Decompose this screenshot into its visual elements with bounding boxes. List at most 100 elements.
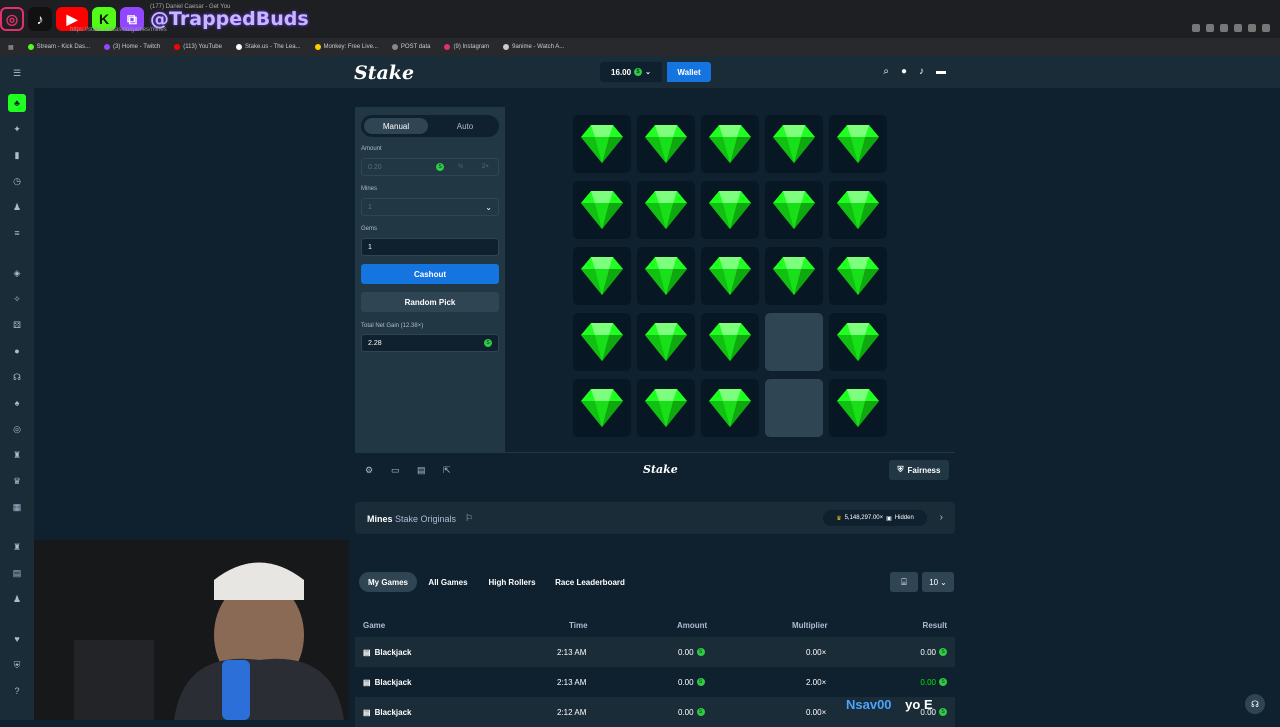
tab-race-leaderboard[interactable]: Race Leaderboard (549, 572, 631, 592)
menu-icon[interactable]: ☰ (10, 66, 24, 80)
bookmark-item[interactable]: (113) YouTube (174, 44, 222, 50)
tab-my-games[interactable]: My Games (359, 572, 417, 592)
extension-icon[interactable] (1206, 24, 1214, 32)
bookmark-item[interactable]: (3) Home - Twitch (104, 44, 160, 50)
bookmark-item[interactable]: Stream - Kick Das... (27, 44, 90, 50)
wallet-button[interactable]: Wallet (667, 62, 711, 82)
mines-tile-gem[interactable] (829, 313, 887, 371)
mines-tile-gem[interactable] (701, 313, 759, 371)
amount-input[interactable]: 0.20 S ½ 2× (361, 158, 499, 176)
mines-tile-gem[interactable] (765, 247, 823, 305)
rows-select[interactable]: 10 ⌄ (922, 572, 954, 592)
tab-all-games[interactable]: All Games (421, 572, 475, 592)
new-icon[interactable]: ✧ (10, 292, 24, 306)
live-icon[interactable]: ● (10, 344, 24, 358)
mines-tile-gem[interactable] (701, 247, 759, 305)
gem-icon (581, 257, 623, 295)
tab-manual[interactable]: Manual (364, 118, 428, 134)
mines-tile-gem[interactable] (829, 247, 887, 305)
slots-icon[interactable]: ⚄ (10, 318, 24, 332)
theatre-icon[interactable]: ▭ (391, 465, 400, 476)
bookmark-item[interactable]: (9) Instagram (444, 44, 489, 50)
mines-tile-gem[interactable] (637, 115, 695, 173)
mines-tile-gem[interactable] (637, 379, 695, 437)
recent-icon[interactable]: ◷ (10, 174, 24, 188)
user-icon[interactable]: ● (901, 66, 907, 77)
vip-icon[interactable]: ♜ (10, 540, 24, 554)
double-button[interactable]: 2× (482, 164, 489, 170)
table-row[interactable]: ▤ Blackjack 2:13 AM 0.00 S 2.00× 0.00 S (355, 667, 955, 697)
casino-icon[interactable]: ♣ (8, 94, 26, 112)
help-icon[interactable]: ? (10, 684, 24, 698)
profile-icon[interactable] (1262, 24, 1270, 32)
apps-icon[interactable]: ▦ (8, 44, 14, 51)
bookmark-icon[interactable]: ⚐ (465, 513, 473, 524)
mines-tile-gem[interactable] (573, 313, 631, 371)
trophy-icon[interactable]: ♛ (10, 474, 24, 488)
table-header: Game Time Amount Multiplier Result (355, 610, 955, 640)
extension-icon[interactable] (1234, 24, 1242, 32)
mines-tile-gem[interactable] (573, 247, 631, 305)
table-row[interactable]: ▤ Blackjack 2:13 AM 0.00 S 0.00× 0.00 S (355, 637, 955, 667)
providers-icon[interactable]: ▦ (10, 500, 24, 514)
random-pick-button[interactable]: Random Pick (361, 292, 499, 312)
balance-selector[interactable]: 16.00 S ⌄ (600, 62, 662, 82)
stake-logo[interactable]: Stake (354, 62, 414, 84)
shield-icon[interactable]: ⛨ (10, 658, 24, 672)
chevron-down-icon: ⌄ (485, 202, 492, 212)
mines-tile-gem[interactable] (829, 181, 887, 239)
mines-tile-gem[interactable] (637, 247, 695, 305)
blog-icon[interactable]: ▤ (10, 566, 24, 580)
search-icon[interactable]: ⌕ (883, 66, 889, 77)
settings-icon[interactable]: ⚙ (365, 465, 373, 476)
mines-tile-gem[interactable] (573, 181, 631, 239)
favourites-icon[interactable]: ✦ (10, 122, 24, 136)
mines-tile-gem[interactable] (637, 313, 695, 371)
affiliate-icon[interactable]: ♟ (10, 592, 24, 606)
stats-icon[interactable]: ▤ (417, 465, 426, 476)
cashout-button[interactable]: Cashout (361, 264, 499, 284)
live-support-button[interactable]: ☊ (1245, 694, 1265, 714)
game-shows-icon[interactable]: ♠ (10, 396, 24, 410)
mines-tile-hidden[interactable] (765, 379, 823, 437)
address-bar[interactable]: https://stake.us/casino/games/mines (70, 24, 167, 36)
mines-select[interactable]: 1 ⌄ (361, 198, 499, 216)
browser-tab[interactable]: (177) Daniel Caesar - Get You (150, 4, 230, 18)
bookmark-item[interactable]: 9anime - Watch A... (503, 44, 564, 50)
bookmark-item[interactable]: Stake.us - The Lea... (235, 44, 301, 50)
mines-tile-gem[interactable] (829, 115, 887, 173)
table-games-icon[interactable]: ♜ (10, 448, 24, 462)
mines-tile-gem[interactable] (701, 181, 759, 239)
fairness-button[interactable]: ⛨ Fairness (889, 460, 949, 480)
popout-icon[interactable]: ⇱ (443, 465, 451, 476)
extension-icon[interactable] (1192, 24, 1200, 32)
mines-tile-gem[interactable] (765, 115, 823, 173)
bookmark-item[interactable]: POST data (391, 44, 430, 50)
mines-tile-gem[interactable] (701, 115, 759, 173)
half-button[interactable]: ½ (458, 164, 463, 170)
bookmark-item[interactable]: Monkey: Free Live... (314, 44, 378, 50)
mines-tile-gem[interactable] (573, 379, 631, 437)
originals-icon[interactable]: ◈ (10, 266, 24, 280)
mines-tile-gem[interactable] (573, 115, 631, 173)
bell-icon[interactable]: ♪ (919, 66, 924, 77)
mines-tile-hidden[interactable] (765, 313, 823, 371)
mines-tile-gem[interactable] (637, 181, 695, 239)
chevron-right-icon[interactable]: › (940, 512, 943, 523)
extension-icon[interactable] (1248, 24, 1256, 32)
tab-high-rollers[interactable]: High Rollers (479, 572, 545, 592)
game-info-bar[interactable]: Mines Stake Originals ⚐ ♛ 5,148,297.00× … (355, 502, 955, 534)
chat-icon[interactable]: ▬ (936, 66, 946, 77)
support-icon[interactable]: ☊ (10, 370, 24, 384)
responsible-icon[interactable]: ♥ (10, 632, 24, 646)
extension-icon[interactable] (1220, 24, 1228, 32)
bets-icon[interactable]: ≡ (10, 226, 24, 240)
challenges-icon[interactable]: ♟ (10, 200, 24, 214)
mines-tile-gem[interactable] (829, 379, 887, 437)
bookmark-icon[interactable]: ▮ (10, 148, 24, 162)
filter-button[interactable]: ⌸ (890, 572, 918, 592)
mines-tile-gem[interactable] (765, 181, 823, 239)
mines-tile-gem[interactable] (701, 379, 759, 437)
tab-auto[interactable]: Auto (433, 118, 497, 134)
roulette-icon[interactable]: ◎ (10, 422, 24, 436)
